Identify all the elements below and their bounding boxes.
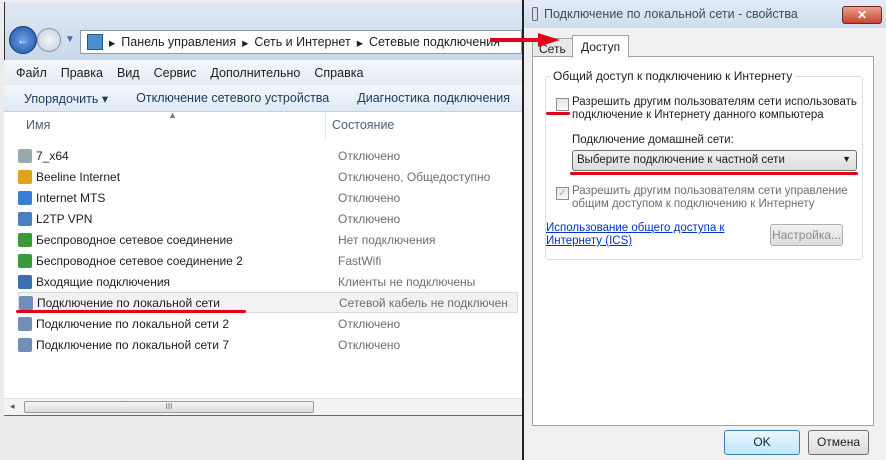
settings-button[interactable]: Настройка... <box>770 224 843 246</box>
menu-advanced[interactable]: Дополнительно <box>210 66 300 80</box>
allow-control-label: Разрешить другим пользователям сети упра… <box>572 185 848 210</box>
connection-status: Отключено <box>338 337 401 352</box>
back-button[interactable]: ← <box>9 26 37 54</box>
connection-name: 7_x64 <box>36 148 69 163</box>
menu-tools[interactable]: Сервис <box>154 66 197 80</box>
list-item[interactable]: Беспроводное сетевое соединение Нет подкл… <box>18 229 518 250</box>
group-title: Общий доступ к подключению к Интернету <box>550 69 796 83</box>
network-connection-icon <box>19 295 33 310</box>
network-adapter-icon <box>532 7 538 21</box>
connection-status: Отключено, Общедоступно <box>338 169 491 184</box>
connection-name: Internet MTS <box>36 190 106 205</box>
properties-dialog: Подключение по локальной сети - свойства… <box>522 0 886 460</box>
control-panel-icon <box>87 34 103 50</box>
sort-ascending-icon: ▲ <box>168 110 177 120</box>
connection-name: L2TP VPN <box>36 211 93 226</box>
list-item[interactable]: L2TP VPN Отключено <box>18 208 518 229</box>
annotation-underline <box>16 310 246 313</box>
connection-status: Нет подключения <box>338 232 436 247</box>
connection-status: Отключено <box>338 148 401 163</box>
list-item[interactable]: 7_x64 Отключено <box>18 145 518 166</box>
allow-sharing-label[interactable]: Разрешить другим пользователям сети испо… <box>572 96 862 122</box>
close-button[interactable]: ✕ <box>842 6 882 24</box>
breadcrumb-network-internet[interactable]: Сеть и Интернет <box>254 35 350 49</box>
command-bar: Упорядочить ▾ Отключение сетевого устрой… <box>4 85 522 112</box>
horizontal-scrollbar[interactable]: ◂ III <box>4 398 522 415</box>
connection-name: Беспроводное сетевое соединение 2 <box>36 253 243 268</box>
diagnose-button[interactable]: Диагностика подключения <box>357 91 510 105</box>
breadcrumb-separator-icon: ▸ <box>242 35 249 50</box>
list-item[interactable]: Beeline Internet Отключено, Общедоступно <box>18 166 518 187</box>
sharing-panel: Общий доступ к подключению к Интернету Р… <box>532 56 874 426</box>
column-header-status[interactable]: Состояние <box>332 118 394 132</box>
disable-device-button[interactable]: Отключение сетевого устройства <box>136 91 329 105</box>
annotation-arrow-shaft <box>490 38 540 42</box>
forward-button[interactable] <box>37 28 61 52</box>
column-divider[interactable] <box>325 112 326 140</box>
network-connection-icon <box>18 274 32 289</box>
dialog-title: Подключение по локальной сети - свойства <box>544 7 798 21</box>
connection-name: Входящие подключения <box>36 274 171 289</box>
list-item[interactable]: Подключение по локальной сети 7 Отключено <box>18 334 518 355</box>
breadcrumb-separator-icon: ▸ <box>109 35 116 50</box>
breadcrumb-network-connections[interactable]: Сетевые подключения <box>369 35 500 49</box>
menu-help[interactable]: Справка <box>314 66 363 80</box>
network-connection-icon <box>18 232 32 247</box>
connection-name: Беспроводное сетевое соединение <box>36 232 233 247</box>
connection-status: FastWifi <box>338 253 382 268</box>
annotation-underline <box>546 112 570 115</box>
menu-bar: Файл Правка Вид Сервис Дополнительно Спр… <box>4 60 522 85</box>
connection-name: Beeline Internet <box>36 169 121 184</box>
list-item[interactable]: Internet MTS Отключено <box>18 187 518 208</box>
allow-sharing-checkbox[interactable] <box>556 98 569 111</box>
ok-button[interactable]: OK <box>724 430 800 455</box>
connection-status: Клиенты не подключены <box>338 274 476 289</box>
tab-sharing[interactable]: Доступ <box>572 35 630 58</box>
ics-group: Общий доступ к подключению к Интернету Р… <box>545 69 863 260</box>
network-connection-icon <box>18 337 32 352</box>
cancel-button[interactable]: Отмена <box>808 430 869 455</box>
connection-status: Отключено <box>338 211 401 226</box>
home-network-select-value: Выберите подключение к частной сети <box>577 154 785 166</box>
organize-button[interactable]: Упорядочить ▾ <box>24 91 108 106</box>
list-item[interactable]: Входящие подключения Клиенты не подключен… <box>18 271 518 292</box>
menu-view[interactable]: Вид <box>117 66 140 80</box>
connection-name: Подключение по локальной сети 2 <box>36 316 230 331</box>
network-connection-icon <box>18 190 32 205</box>
annotation-underline <box>570 172 858 175</box>
address-bar[interactable]: ▸ Панель управления ▸ Сеть и Интернет ▸ … <box>80 30 522 54</box>
dialog-title-bar: Подключение по локальной сети - свойства <box>524 0 886 28</box>
explorer-window: ← ▼ ▸ Панель управления ▸ Сеть и Интерне… <box>0 0 522 460</box>
home-network-select[interactable]: Выберите подключение к частной сети ▼ <box>572 150 857 171</box>
network-connection-icon <box>18 148 32 163</box>
list-item[interactable]: Подключение по локальной сети 2 Отключено <box>18 313 518 334</box>
ics-help-link[interactable]: Использование общего доступа к Интернету… <box>546 222 746 248</box>
network-connection-icon <box>18 316 32 331</box>
connection-status: Отключено <box>338 190 401 205</box>
list-item[interactable]: Беспроводное сетевое соединение 2 FastWif… <box>18 250 518 271</box>
network-connection-icon <box>18 211 32 226</box>
home-network-label: Подключение домашней сети: <box>572 134 734 146</box>
menu-file[interactable]: Файл <box>16 66 47 80</box>
connection-name: Подключение по локальной сети <box>37 295 220 310</box>
connection-status: Отключено <box>338 316 401 331</box>
connection-name: Подключение по локальной сети 7 <box>36 337 230 352</box>
recent-pages-dropdown[interactable]: ▼ <box>65 34 75 45</box>
allow-control-checkbox[interactable]: ✓ <box>556 187 569 200</box>
scroll-left-arrow-icon[interactable]: ◂ <box>10 401 15 412</box>
chevron-down-icon: ▼ <box>842 154 851 164</box>
connection-status: Сетевой кабель не подключен <box>339 295 508 310</box>
network-connection-icon <box>18 253 32 268</box>
breadcrumb-separator-icon: ▸ <box>356 35 363 50</box>
scroll-thumb[interactable]: III <box>24 401 314 413</box>
annotation-arrow-icon <box>538 33 560 47</box>
network-connection-icon <box>18 169 32 184</box>
connections-list: ▲ Имя Состояние 7_x64 Отключено Beeline In… <box>4 110 522 416</box>
breadcrumb-control-panel[interactable]: Панель управления <box>121 35 236 49</box>
menu-edit[interactable]: Правка <box>61 66 103 80</box>
column-header-name[interactable]: Имя <box>26 118 50 132</box>
